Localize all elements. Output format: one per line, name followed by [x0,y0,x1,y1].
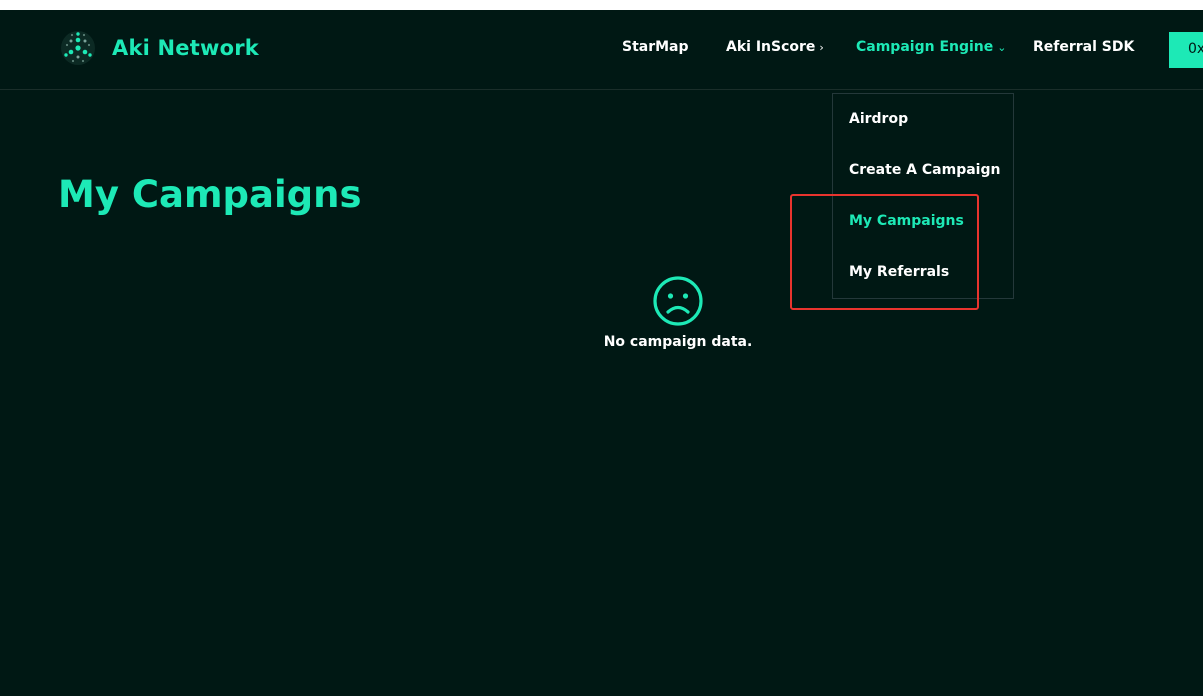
nav-referral-sdk[interactable]: Referral SDK [1033,39,1134,55]
menu-item-create-campaign[interactable]: Create A Campaign [849,162,1000,178]
annotation-highlight-box [790,194,979,310]
empty-state: No campaign data. [598,274,758,350]
nav-referral-sdk-label: Referral SDK [1033,39,1135,55]
nav-starmap-label: StarMap [622,39,689,55]
page-title: My Campaigns [58,173,362,216]
brand[interactable]: Aki Network [58,28,259,68]
empty-state-text: No campaign data. [603,334,753,350]
top-navbar: Aki Network StarMap Aki InScore › Campai… [0,10,1203,90]
wallet-address-button[interactable]: 0x [1169,32,1203,68]
wallet-address-label: 0x [1188,41,1203,57]
chevron-down-icon: ⌄ [997,40,1007,54]
nav-aki-inscore[interactable]: Aki InScore › [726,39,824,55]
brand-name: Aki Network [112,36,259,60]
nav-campaign-engine[interactable]: Campaign Engine ⌄ [856,39,1006,55]
nav-aki-inscore-label: Aki InScore [726,39,816,55]
menu-item-airdrop[interactable]: Airdrop [849,111,908,127]
page: Aki Network StarMap Aki InScore › Campai… [0,10,1203,696]
chevron-right-icon: › [819,40,824,54]
nav-starmap[interactable]: StarMap [622,39,689,55]
aki-logo-icon [61,31,95,65]
nav-campaign-engine-label: Campaign Engine [856,39,994,55]
sad-face-icon [653,276,703,326]
